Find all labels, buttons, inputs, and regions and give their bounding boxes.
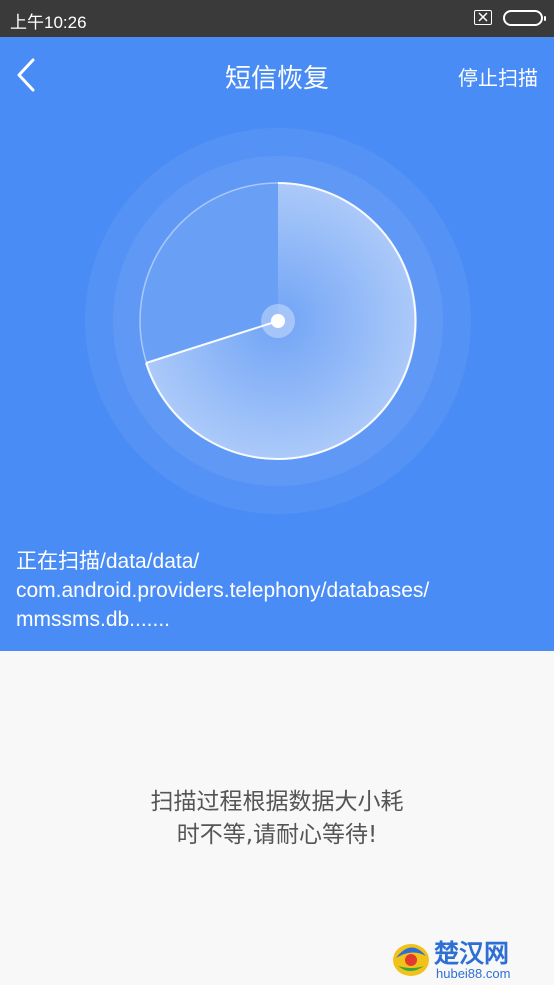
scan-path-line: 正在扫描/data/data/ — [16, 550, 200, 573]
watermark-url: hubei88.com — [436, 966, 511, 981]
scan-path-text: 正在扫描/data/data/ com.android.providers.te… — [16, 547, 536, 634]
wait-hint-line: 扫描过程根据数据大小耗 — [150, 789, 404, 815]
status-bar: 上午10:26 — [0, 0, 554, 37]
wait-hint: 扫描过程根据数据大小耗 时不等,请耐心等待! — [0, 786, 554, 852]
status-time: 上午10:26 — [10, 13, 87, 32]
scan-path-line: mmssms.db....... — [16, 608, 171, 631]
radar-center-dot — [271, 314, 285, 328]
stop-scan-button[interactable]: 停止扫描 — [458, 62, 538, 91]
scan-path-line: com.android.providers.telephony/database… — [16, 579, 430, 602]
sim-card-icon — [474, 10, 492, 25]
wait-hint-line: 时不等,请耐心等待! — [176, 822, 378, 848]
scan-panel: 短信恢复 停止扫描 正在扫描/data/data/ com.android.pr… — [0, 37, 554, 651]
watermark-name: 楚汉网 — [434, 939, 510, 968]
watermark: 楚汉网 hubei88.com — [390, 936, 552, 982]
watermark-logo-icon — [393, 944, 429, 976]
battery-icon — [503, 10, 546, 26]
